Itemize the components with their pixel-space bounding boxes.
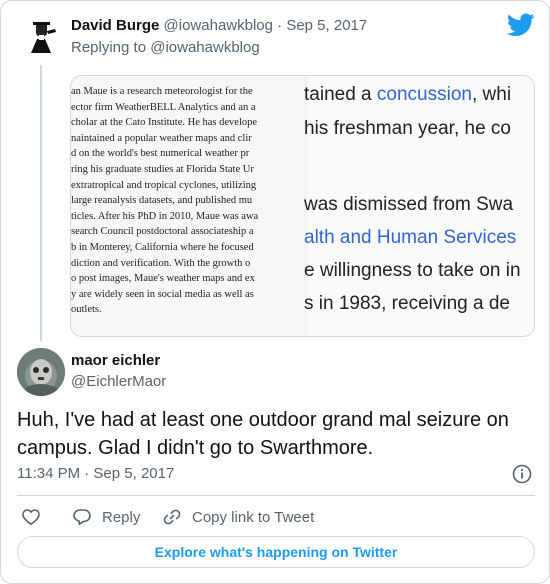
- parent-author-handle[interactable]: @iowahawkblog: [164, 17, 273, 34]
- reply-author-avatar[interactable]: [17, 348, 65, 396]
- header-separator: ·: [277, 17, 283, 34]
- tweet-card: David Burge @iowahawkblog · Sep 5, 2017 …: [0, 0, 550, 584]
- parent-tweet-header: David Burge @iowahawkblog · Sep 5, 2017: [71, 16, 367, 36]
- parent-author-name[interactable]: David Burge: [71, 17, 159, 34]
- media-left-line: ticles. After his PhD in 2010, Maue was …: [71, 210, 259, 222]
- reply-author-handle[interactable]: @EichlerMaor: [71, 373, 166, 390]
- media-left-line: search Council postdoctoral associateshi…: [71, 226, 254, 238]
- media-left-line: large reanalysis datasets, and published…: [71, 195, 253, 207]
- like-button[interactable]: [21, 506, 51, 528]
- media-right-line: tained a concussion, whi: [304, 84, 512, 105]
- reply-tweet-timestamp[interactable]: 11:34 PM · Sep 5, 2017: [17, 465, 174, 482]
- replying-handle-link[interactable]: @iowahawkblog: [150, 39, 259, 56]
- media-left-line: outlets.: [71, 304, 102, 316]
- media-left-line: naintained a popular weather maps and cl…: [71, 132, 252, 144]
- explore-twitter-button[interactable]: Explore what's happening on Twitter: [17, 536, 535, 568]
- reply-bubble-icon: [73, 509, 91, 525]
- media-left-screenshot: an Maue is a research meteorologist for …: [71, 76, 304, 336]
- reply-tweet-text: Huh, I've had at least one outdoor grand…: [17, 409, 509, 459]
- media-right-line: was dismissed from Swa: [304, 194, 514, 215]
- parent-author-avatar[interactable]: [17, 13, 65, 61]
- media-left-line: diction and verification. With the growt…: [71, 257, 251, 269]
- media-right-line: s in 1983, receiving a de: [304, 293, 510, 314]
- media-right-line: e willingness to take on in: [304, 260, 521, 281]
- media-left-line: cholar at the Cato Institute. He has dev…: [71, 117, 258, 129]
- parent-tweet-date[interactable]: Sep 5, 2017: [286, 17, 367, 34]
- twitter-bird-icon[interactable]: [507, 13, 535, 37]
- thread-line: [40, 65, 42, 341]
- media-left-line: d on the world's best numerical weather …: [71, 148, 250, 160]
- media-divider-shadow: [304, 76, 310, 336]
- media-right-line: his freshman year, he co: [304, 118, 511, 139]
- link-icon: [163, 509, 181, 525]
- media-left-line: b in Monterey, California where he focus…: [71, 241, 254, 253]
- info-icon[interactable]: [512, 464, 532, 484]
- reply-button[interactable]: Reply: [72, 506, 140, 528]
- media-left-line: y are widely seen in social media as wel…: [71, 288, 254, 300]
- replying-prefix: Replying to: [71, 39, 147, 56]
- media-right-line: alth and Human Services: [304, 227, 517, 248]
- copy-link-button[interactable]: Copy link to Tweet: [162, 506, 314, 528]
- media-left-line: ector firm WeatherBELL Analytics and an …: [71, 101, 256, 113]
- replying-to-line: Replying to @iowahawkblog: [71, 39, 260, 56]
- media-left-line: extratropical and tropical cyclones, uti…: [71, 179, 257, 191]
- parent-tweet-media[interactable]: an Maue is a research meteorologist for …: [70, 75, 535, 337]
- media-right-screenshot: tained a concussion, whi his freshman ye…: [304, 76, 534, 336]
- heart-icon: [22, 509, 40, 525]
- media-left-line: o post images, Maue's weather maps and e…: [71, 273, 255, 285]
- reply-author-name[interactable]: maor eichler: [71, 352, 160, 369]
- divider: [17, 495, 535, 496]
- copy-link-label: Copy link to Tweet: [192, 508, 315, 526]
- media-left-line: an Maue is a research meteorologist for …: [71, 86, 253, 97]
- reply-button-label: Reply: [102, 508, 141, 526]
- media-left-line: ring his graduate studies at Florida Sta…: [71, 163, 254, 175]
